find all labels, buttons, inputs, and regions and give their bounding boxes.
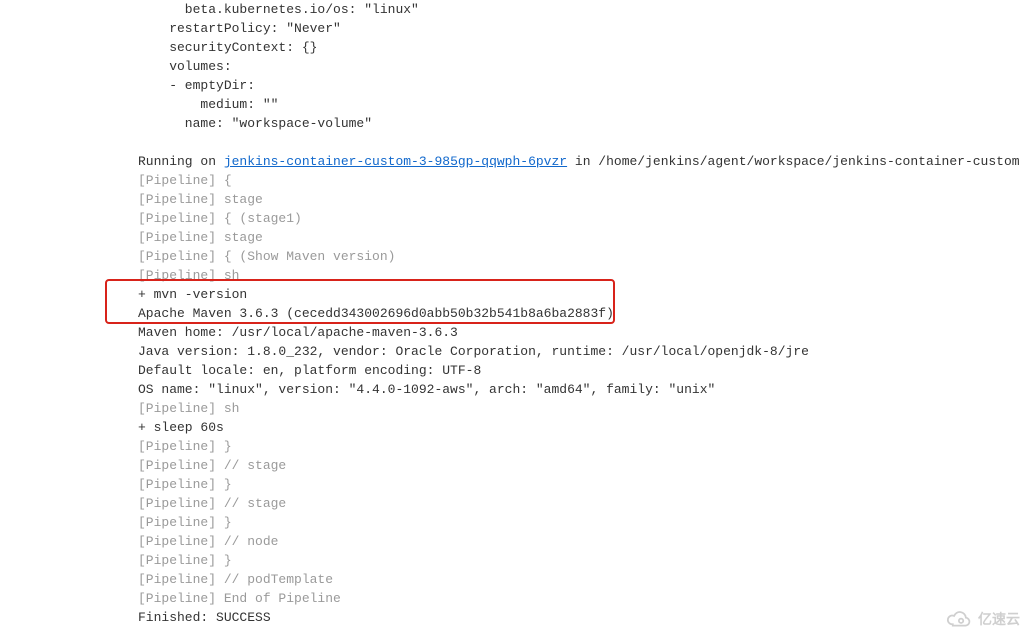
console-line: [Pipeline] // stage xyxy=(138,456,1034,475)
console-line: Java version: 1.8.0_232, vendor: Oracle … xyxy=(138,342,1034,361)
console-line: [Pipeline] // stage xyxy=(138,494,1034,513)
watermark-text: 亿速云 xyxy=(978,610,1020,629)
console-line: [Pipeline] } xyxy=(138,475,1034,494)
console-line: - emptyDir: xyxy=(138,76,1034,95)
console-line: beta.kubernetes.io/os: "linux" xyxy=(138,0,1034,19)
console-line: [Pipeline] sh xyxy=(138,399,1034,418)
console-line: [Pipeline] { (stage1) xyxy=(138,209,1034,228)
console-line: Maven home: /usr/local/apache-maven-3.6.… xyxy=(138,323,1034,342)
console-line: OS name: "linux", version: "4.4.0-1092-a… xyxy=(138,380,1034,399)
console-line xyxy=(138,133,1034,152)
page: beta.kubernetes.io/os: "linux" restartPo… xyxy=(0,0,1034,639)
console-line: Apache Maven 3.6.3 (cecedd343002696d0abb… xyxy=(138,304,1034,323)
text-span: Running on xyxy=(138,154,224,169)
console-line: [Pipeline] // podTemplate xyxy=(138,570,1034,589)
console-line: [Pipeline] } xyxy=(138,513,1034,532)
console-line: [Pipeline] } xyxy=(138,437,1034,456)
console-line: [Pipeline] sh xyxy=(138,266,1034,285)
console-line: [Pipeline] End of Pipeline xyxy=(138,589,1034,608)
console-line: [Pipeline] // node xyxy=(138,532,1034,551)
console-line: Finished: SUCCESS xyxy=(138,608,1034,627)
console-line: restartPolicy: "Never" xyxy=(138,19,1034,38)
console-output: beta.kubernetes.io/os: "linux" restartPo… xyxy=(0,0,1034,627)
console-line: + sleep 60s xyxy=(138,418,1034,437)
text-span: in /home/jenkins/agent/workspace/jenkins… xyxy=(567,154,1019,169)
console-line: [Pipeline] stage xyxy=(138,190,1034,209)
console-line: volumes: xyxy=(138,57,1034,76)
console-line: [Pipeline] stage xyxy=(138,228,1034,247)
console-line: Running on jenkins-container-custom-3-98… xyxy=(138,152,1034,171)
console-line: securityContext: {} xyxy=(138,38,1034,57)
console-line: name: "workspace-volume" xyxy=(138,114,1034,133)
console-line: Default locale: en, platform encoding: U… xyxy=(138,361,1034,380)
console-line: medium: "" xyxy=(138,95,1034,114)
console-line: [Pipeline] { xyxy=(138,171,1034,190)
watermark: 亿速云 xyxy=(944,609,1020,629)
console-line: + mvn -version xyxy=(138,285,1034,304)
node-link[interactable]: jenkins-container-custom-3-985gp-qqwph-6… xyxy=(224,154,567,169)
console-line: [Pipeline] { (Show Maven version) xyxy=(138,247,1034,266)
console-line: [Pipeline] } xyxy=(138,551,1034,570)
cloud-icon xyxy=(944,609,972,629)
